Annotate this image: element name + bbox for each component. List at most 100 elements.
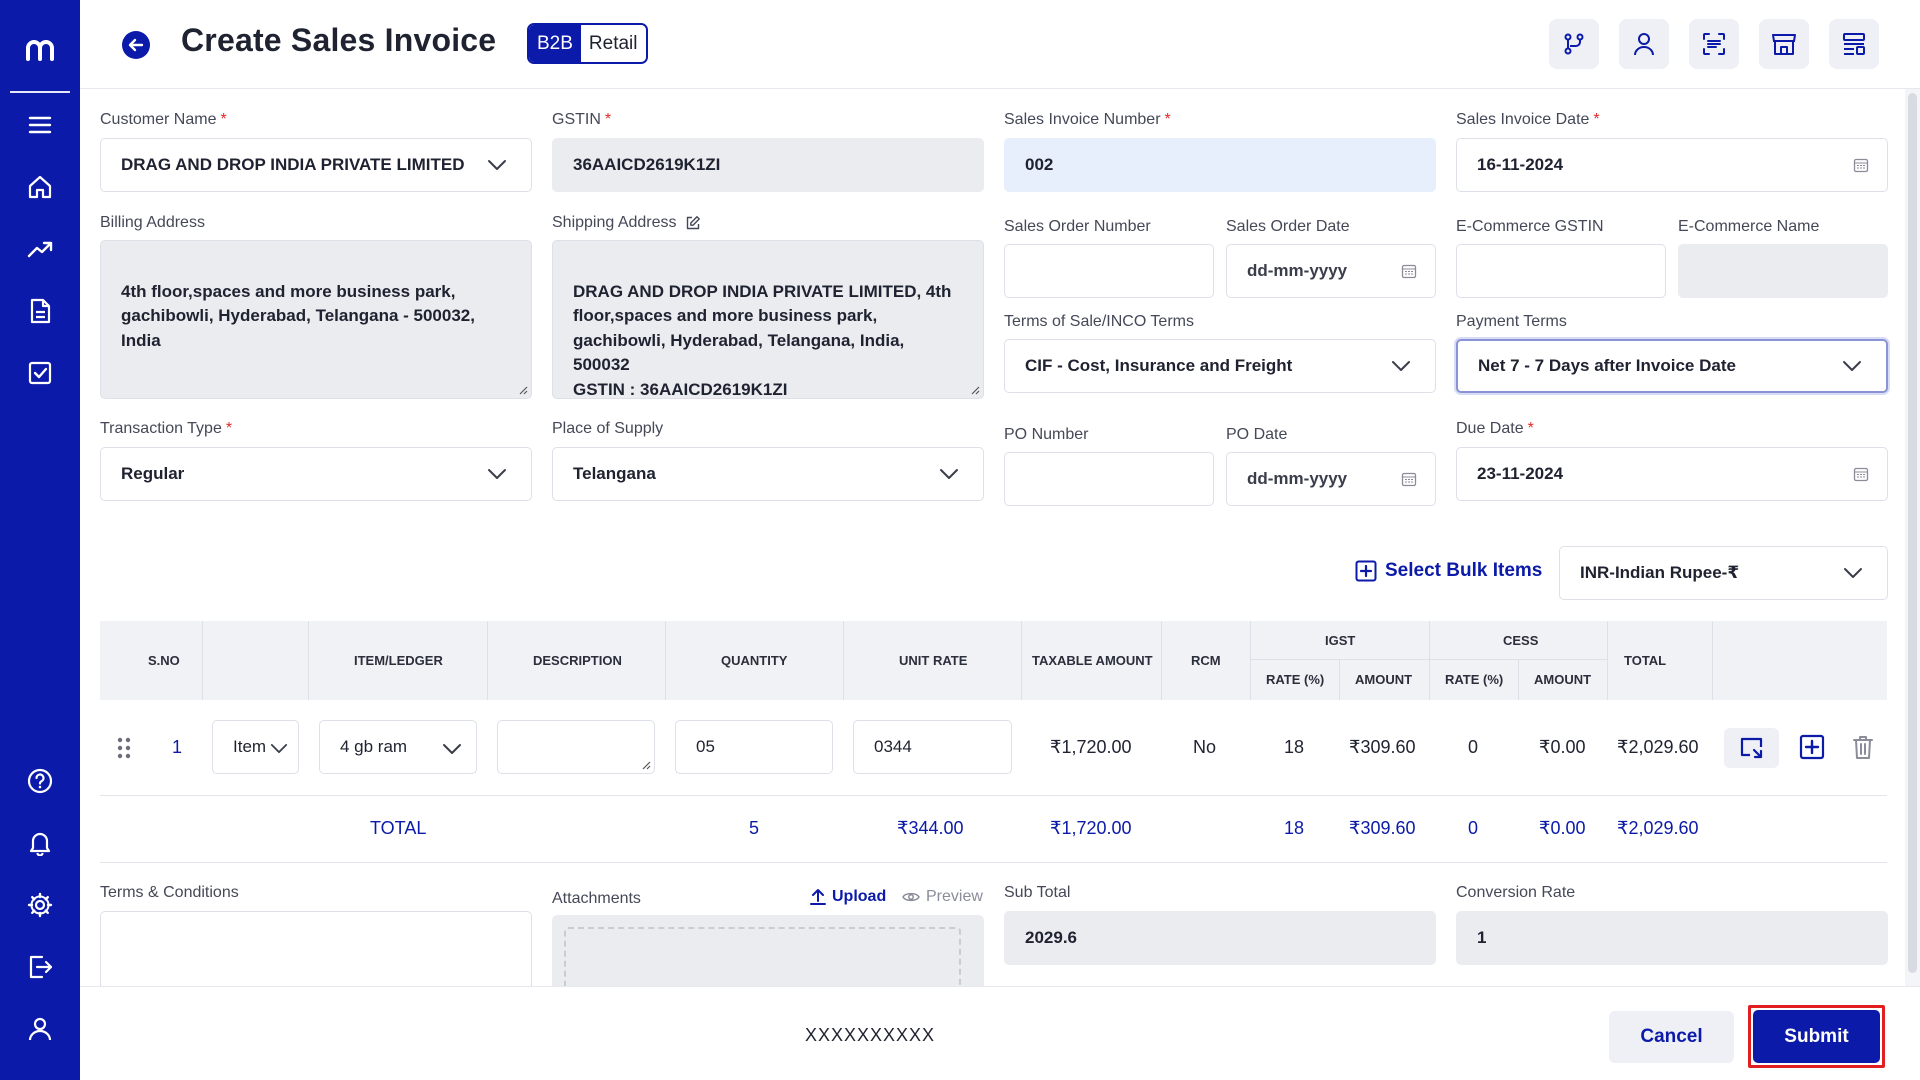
payment-terms-select[interactable]: Net 7 - 7 Days after Invoice Date [1456,339,1888,393]
scan-icon[interactable] [1689,19,1739,69]
conversion-rate-label: Conversion Rate [1456,884,1576,901]
eye-icon [902,892,920,902]
drag-handle-icon[interactable] [114,735,134,761]
add-box-icon [1355,560,1377,582]
ecommerce-gstin-label: E-Commerce GSTIN [1456,218,1604,235]
shipping-address-textarea[interactable]: DRAG AND DROP INDIA PRIVATE LIMITED, 4th… [552,240,984,399]
invoice-date-field[interactable]: 16-11-2024 [1456,138,1888,192]
col-igst-amount: AMOUNT [1355,672,1413,687]
invoice-number-label: Sales Invoice Number * [1004,111,1171,128]
document-icon[interactable] [20,291,60,331]
row-description-textarea[interactable] [497,720,655,774]
row-unit-rate-input[interactable]: 0344 [853,720,1012,774]
gstin-field[interactable]: 36AAICD2619K1ZI [552,138,984,192]
sub-total-field[interactable]: 2029.6 [1004,911,1436,965]
preview-button[interactable]: Preview [902,888,983,906]
chevron-down-icon [1392,361,1410,371]
invoice-type-toggle: B2B Retail [527,23,648,64]
user-icon[interactable] [1619,19,1669,69]
chevron-down-icon [1844,568,1862,578]
sales-order-number-field[interactable] [1004,244,1214,298]
due-date-field[interactable]: 23-11-2024 [1456,447,1888,501]
logout-icon[interactable] [20,947,60,987]
resize-handle-icon[interactable] [518,385,528,395]
toggle-b2b[interactable]: B2B [529,25,581,62]
app-logo[interactable] [0,22,80,78]
terms-of-sale-select[interactable]: CIF - Cost, Insurance and Freight [1004,339,1436,393]
page-title: Create Sales Invoice [181,22,497,58]
row-details-button[interactable] [1724,728,1779,768]
menu-icon[interactable] [20,105,60,145]
toggle-retail[interactable]: Retail [580,25,646,62]
sidebar-divider [10,91,70,93]
scrollbar-thumb[interactable] [1908,93,1917,973]
cancel-button[interactable]: Cancel [1609,1011,1734,1063]
totals-igst-rate: 18 [1284,818,1305,838]
po-number-field[interactable] [1004,452,1214,506]
col-cess-rate: RATE (%) [1445,672,1504,687]
store-icon[interactable] [1759,19,1809,69]
header-subdivider [1250,659,1607,660]
calendar-icon[interactable] [1853,157,1869,173]
ecommerce-gstin-field[interactable] [1456,244,1666,298]
row-type-select[interactable]: Item [212,720,299,774]
conversion-rate-field[interactable]: 1 [1456,911,1888,965]
row-cess-rate: 0 [1468,737,1479,757]
totals-total: ₹2,029.60 [1617,818,1699,838]
terms-of-sale-label: Terms of Sale/INCO Terms [1004,313,1194,330]
col-rcm: RCM [1191,653,1221,668]
totals-taxable-amount: ₹1,720.00 [1050,818,1132,838]
row-taxable-amount: ₹1,720.00 [1050,737,1132,757]
column-divider [487,621,488,700]
help-icon[interactable] [20,761,60,801]
open-details-icon [1740,737,1762,759]
totals-label: TOTAL [370,818,427,838]
billing-address-textarea[interactable]: 4th floor,spaces and more business park,… [100,240,532,399]
transaction-type-select[interactable]: Regular [100,447,532,501]
workflow-icon[interactable] [1549,19,1599,69]
chevron-down-icon [488,160,506,170]
vertical-scrollbar[interactable] [1905,89,1920,986]
layout-icon[interactable] [1829,19,1879,69]
sales-order-date-field[interactable]: dd-mm-yyyy [1226,244,1436,298]
calendar-icon[interactable] [1401,263,1417,279]
due-date-label: Due Date * [1456,420,1534,437]
col-unit-rate: UNIT RATE [899,653,968,668]
chevron-down-icon [443,744,461,754]
back-button[interactable] [122,31,150,59]
invoice-number-field[interactable]: 002 [1004,138,1436,192]
row-quantity-input[interactable]: 05 [675,720,833,774]
bell-icon[interactable] [20,823,60,863]
currency-select[interactable]: INR-Indian Rupee-₹ [1559,546,1888,600]
trash-icon [1853,736,1873,759]
edit-icon[interactable] [685,215,701,231]
customer-name-label: Customer Name * [100,111,227,128]
resize-handle-icon[interactable] [641,760,651,770]
calendar-icon[interactable] [1401,471,1417,487]
settings-icon[interactable] [20,885,60,925]
checklist-icon[interactable] [20,353,60,393]
customer-name-select[interactable]: DRAG AND DROP INDIA PRIVATE LIMITED [100,138,532,192]
footer-text: XXXXXXXXXX [805,1025,936,1045]
trending-icon[interactable] [20,229,60,269]
po-date-field[interactable]: dd-mm-yyyy [1226,452,1436,506]
home-icon[interactable] [20,167,60,207]
upload-button[interactable]: Upload [810,888,886,906]
row-total: ₹2,029.60 [1617,737,1699,757]
select-bulk-items-button[interactable]: Select Bulk Items [1355,560,1542,582]
sales-order-date-label: Sales Order Date [1226,218,1350,235]
place-of-supply-select[interactable]: Telangana [552,447,984,501]
column-divider [1339,659,1340,700]
calendar-icon[interactable] [1853,466,1869,482]
ecommerce-name-field[interactable] [1678,244,1888,298]
column-divider [1607,621,1608,700]
row-item-select[interactable]: 4 gb ram [319,720,477,774]
column-divider [665,621,666,700]
profile-icon[interactable] [20,1009,60,1049]
row-delete-button[interactable] [1849,733,1877,761]
row-add-button[interactable] [1798,733,1826,761]
resize-handle-icon[interactable] [970,385,980,395]
submit-button[interactable]: Submit [1753,1010,1880,1063]
row-cess-amount: ₹0.00 [1539,737,1586,757]
totals-igst-amount: ₹309.60 [1349,818,1416,838]
